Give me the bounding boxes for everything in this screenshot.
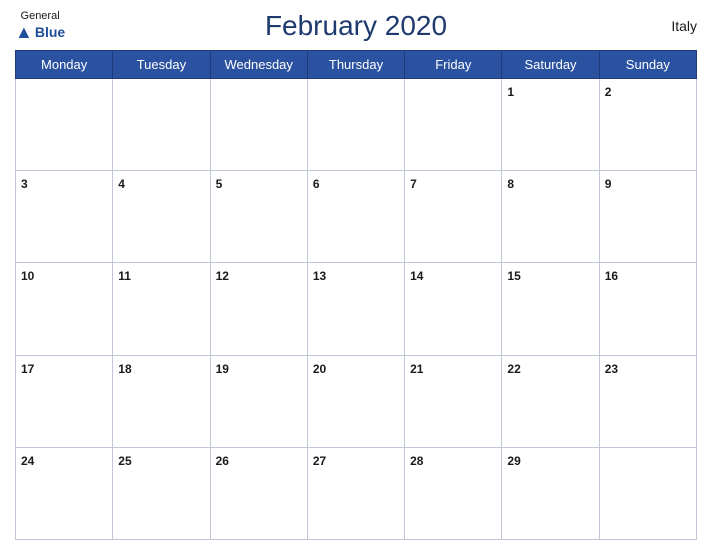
calendar-cell: 27 (307, 447, 404, 539)
calendar-cell: 4 (113, 171, 210, 263)
calendar-cell: 9 (599, 171, 696, 263)
day-number: 1 (507, 85, 514, 99)
week-row-3: 10 11 12 13 14 15 16 (16, 263, 697, 355)
calendar-cell (113, 79, 210, 171)
day-number: 7 (410, 177, 417, 191)
calendar-cell: 20 (307, 355, 404, 447)
week-row-2: 3 4 5 6 7 8 9 (16, 171, 697, 263)
logo-general-text: General (21, 10, 60, 22)
calendar-table: MondayTuesdayWednesdayThursdayFridaySatu… (15, 50, 697, 540)
day-number: 27 (313, 454, 326, 468)
day-number: 26 (216, 454, 229, 468)
day-number: 21 (410, 362, 423, 376)
calendar-title: February 2020 (265, 10, 447, 42)
day-number: 14 (410, 269, 423, 283)
calendar-cell: 6 (307, 171, 404, 263)
day-number: 9 (605, 177, 612, 191)
calendar-cell: 26 (210, 447, 307, 539)
day-number: 13 (313, 269, 326, 283)
calendar-cell (16, 79, 113, 171)
calendar-cell (405, 79, 502, 171)
day-number: 15 (507, 269, 520, 283)
calendar-cell: 2 (599, 79, 696, 171)
day-number: 2 (605, 85, 612, 99)
day-number: 18 (118, 362, 131, 376)
week-row-5: 24 25 26 27 28 29 (16, 447, 697, 539)
calendar-cell: 10 (16, 263, 113, 355)
day-number: 16 (605, 269, 618, 283)
day-number: 3 (21, 177, 28, 191)
weekday-wednesday: Wednesday (210, 51, 307, 79)
calendar-cell: 28 (405, 447, 502, 539)
day-number: 5 (216, 177, 223, 191)
day-number: 20 (313, 362, 326, 376)
weekday-sunday: Sunday (599, 51, 696, 79)
calendar-cell: 1 (502, 79, 599, 171)
calendar-cell: 11 (113, 263, 210, 355)
week-row-1: 12 (16, 79, 697, 171)
calendar-cell: 17 (16, 355, 113, 447)
day-number: 8 (507, 177, 514, 191)
day-number: 19 (216, 362, 229, 376)
calendar-cell: 7 (405, 171, 502, 263)
day-number: 28 (410, 454, 423, 468)
logo-blue-text: Blue (35, 24, 65, 40)
day-number: 23 (605, 362, 618, 376)
day-number: 25 (118, 454, 131, 468)
calendar-cell: 18 (113, 355, 210, 447)
calendar-cell: 21 (405, 355, 502, 447)
day-number: 11 (118, 269, 131, 283)
country-label: Italy (671, 18, 697, 34)
weekday-header-row: MondayTuesdayWednesdayThursdayFridaySatu… (16, 51, 697, 79)
weekday-saturday: Saturday (502, 51, 599, 79)
calendar-cell: 22 (502, 355, 599, 447)
calendar-cell (210, 79, 307, 171)
calendar-body: 1234567891011121314151617181920212223242… (16, 79, 697, 540)
day-number: 29 (507, 454, 520, 468)
calendar-header: General ▲ Blue February 2020 Italy (15, 10, 697, 42)
calendar-cell: 5 (210, 171, 307, 263)
logo: General ▲ Blue (15, 10, 65, 43)
calendar-cell: 25 (113, 447, 210, 539)
calendar-cell: 12 (210, 263, 307, 355)
calendar-cell: 24 (16, 447, 113, 539)
day-number: 24 (21, 454, 34, 468)
calendar-cell: 19 (210, 355, 307, 447)
calendar-cell: 15 (502, 263, 599, 355)
weekday-thursday: Thursday (307, 51, 404, 79)
weekday-tuesday: Tuesday (113, 51, 210, 79)
day-number: 17 (21, 362, 34, 376)
logo-bird-icon: ▲ (15, 22, 33, 43)
day-number: 10 (21, 269, 34, 283)
calendar-cell: 3 (16, 171, 113, 263)
calendar-cell: 14 (405, 263, 502, 355)
day-number: 4 (118, 177, 125, 191)
calendar-cell (307, 79, 404, 171)
calendar-cell: 8 (502, 171, 599, 263)
calendar-cell: 13 (307, 263, 404, 355)
calendar-cell: 29 (502, 447, 599, 539)
calendar-cell (599, 447, 696, 539)
week-row-4: 17 18 19 20 21 22 23 (16, 355, 697, 447)
weekday-monday: Monday (16, 51, 113, 79)
calendar-cell: 16 (599, 263, 696, 355)
calendar-cell: 23 (599, 355, 696, 447)
day-number: 12 (216, 269, 229, 283)
day-number: 6 (313, 177, 320, 191)
day-number: 22 (507, 362, 520, 376)
weekday-friday: Friday (405, 51, 502, 79)
